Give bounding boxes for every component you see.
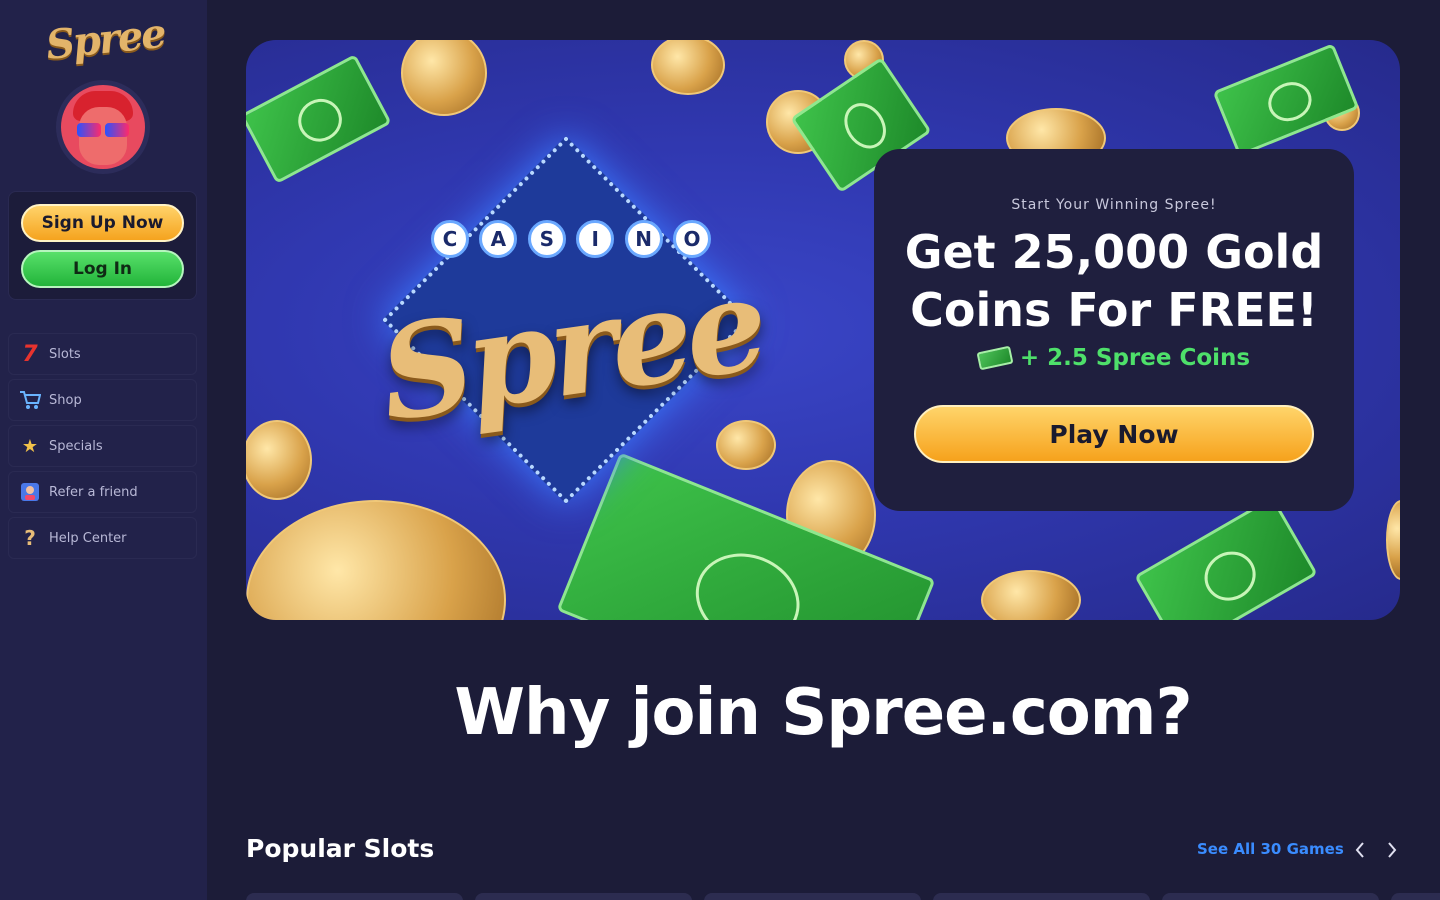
sign-up-button[interactable]: Sign Up Now xyxy=(21,204,184,242)
coin-decoration xyxy=(651,40,725,95)
slots-carousel xyxy=(246,893,1440,900)
promo-tagline: Start Your Winning Spree! xyxy=(1011,197,1217,213)
log-in-button[interactable]: Log In xyxy=(21,250,184,288)
casino-spree-logo: C A S I N O Spree xyxy=(321,136,821,504)
sidebar: Spree Sign Up Now Log In 7 Slots Shop ★ … xyxy=(0,0,207,900)
sidebar-item-slots[interactable]: 7 Slots xyxy=(8,333,197,375)
coin-decoration xyxy=(401,40,487,116)
slot-card[interactable] xyxy=(933,893,1150,900)
sidebar-nav: 7 Slots Shop ★ Specials Refer a friend ?… xyxy=(8,333,197,563)
slot-card[interactable] xyxy=(246,893,463,900)
chevron-left-icon[interactable] xyxy=(1348,838,1372,862)
question-icon: ? xyxy=(24,526,36,550)
promo-title: Get 25,000 Gold Coins For FREE! xyxy=(904,225,1324,337)
slot-card[interactable] xyxy=(1162,893,1379,900)
sidebar-item-label: Specials xyxy=(49,438,103,454)
sidebar-item-label: Refer a friend xyxy=(49,484,138,500)
coin-decoration xyxy=(246,500,506,620)
sidebar-item-label: Help Center xyxy=(49,530,127,546)
see-all-games-link[interactable]: See All 30 Games xyxy=(1197,840,1344,858)
popular-slots-title: Popular Slots xyxy=(246,834,435,863)
auth-panel: Sign Up Now Log In xyxy=(8,191,197,300)
sidebar-item-help[interactable]: ? Help Center xyxy=(8,517,197,559)
cash-decoration xyxy=(246,54,392,184)
avatar-image xyxy=(61,85,145,169)
play-now-button[interactable]: Play Now xyxy=(914,405,1314,463)
hero-banner: C A S I N O Spree Start Your Winning Spr… xyxy=(246,40,1400,620)
slot-card[interactable] xyxy=(475,893,692,900)
seven-icon: 7 xyxy=(22,341,38,367)
cash-decoration xyxy=(1134,496,1318,620)
coin-decoration xyxy=(246,420,312,500)
why-join-heading: Why join Spree.com? xyxy=(454,676,1192,750)
promo-bonus-text: + 2.5 Spree Coins xyxy=(1019,345,1251,371)
casino-letters: C A S I N O xyxy=(431,220,711,258)
slot-card[interactable] xyxy=(1391,893,1440,900)
refer-icon xyxy=(19,481,41,503)
cash-icon xyxy=(976,345,1014,371)
casino-letter: A xyxy=(479,220,518,258)
chevron-right-icon[interactable] xyxy=(1380,838,1404,862)
casino-letter: I xyxy=(576,220,615,258)
cash-decoration xyxy=(1212,43,1360,157)
sidebar-item-label: Slots xyxy=(49,346,81,362)
promo-bonus: + 2.5 Spree Coins xyxy=(874,345,1354,371)
casino-letter: S xyxy=(527,220,566,258)
casino-letter: C xyxy=(431,220,469,258)
sidebar-item-refer[interactable]: Refer a friend xyxy=(8,471,197,513)
casino-letter: O xyxy=(672,220,711,258)
casino-letter: N xyxy=(624,220,663,258)
cart-icon xyxy=(19,389,41,411)
coin-decoration xyxy=(1386,500,1400,580)
spree-logo[interactable]: Spree xyxy=(44,10,167,72)
sidebar-item-specials[interactable]: ★ Specials xyxy=(8,425,197,467)
coin-decoration xyxy=(981,570,1081,620)
slot-card[interactable] xyxy=(704,893,921,900)
promo-card: Start Your Winning Spree! Get 25,000 Gol… xyxy=(874,149,1354,511)
sidebar-item-shop[interactable]: Shop xyxy=(8,379,197,421)
sidebar-item-label: Shop xyxy=(49,392,82,408)
star-icon: ★ xyxy=(21,435,39,457)
avatar[interactable] xyxy=(56,80,150,174)
